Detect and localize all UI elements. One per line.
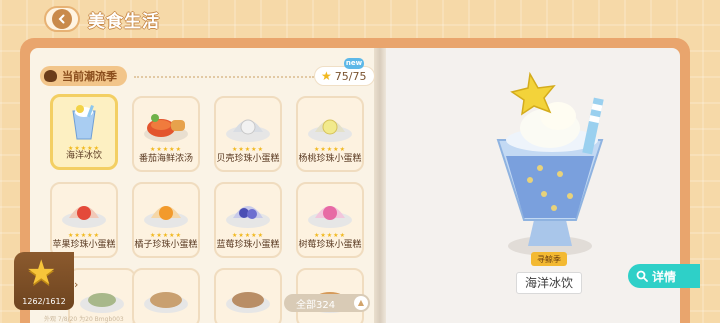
recipe-card-ocean-drink[interactable]: ★★★★★ 海洋冰饮 bbox=[50, 94, 118, 170]
tomato-soup-dish-icon bbox=[144, 114, 188, 142]
back-button[interactable] bbox=[44, 6, 80, 32]
collection-count: 1262/1612 bbox=[22, 297, 66, 306]
recipe-name: 海洋冰饮 bbox=[65, 151, 102, 161]
recipe-name: 番茄海鲜浓汤 bbox=[138, 154, 193, 164]
blueberry-cake-dish-icon bbox=[226, 206, 270, 228]
all-recipes-label: 全部324 bbox=[296, 299, 336, 311]
dish-icon bbox=[226, 292, 270, 313]
all-recipes-button[interactable]: 全部324 ▲ bbox=[284, 294, 370, 312]
recipe-card-starfruit-cake[interactable]: ★★★★★ 杨桃珍珠小蛋糕 bbox=[296, 96, 364, 172]
ocean-drink-dish-icon bbox=[72, 105, 96, 140]
recipe-name: 杨桃珍珠小蛋糕 bbox=[298, 154, 362, 164]
season-progress: ★ 75/75 bbox=[314, 66, 376, 86]
dish-name: 海洋冰饮 bbox=[516, 272, 582, 294]
page-title: 美食生活 bbox=[88, 12, 160, 32]
search-icon bbox=[636, 270, 648, 282]
recipe-card-row3[interactable] bbox=[132, 268, 200, 323]
detail-label: 详情 bbox=[652, 269, 677, 284]
chevron-up-icon: ▲ bbox=[354, 296, 368, 310]
raspberry-cake-dish-icon bbox=[308, 206, 352, 228]
ocean-drink-illustration bbox=[496, 71, 604, 256]
recipe-card-raspberry-cake[interactable]: ★★★★★ 树莓珍珠小蛋糕 bbox=[296, 182, 364, 258]
recipe-name: 贝壳珍珠小蛋糕 bbox=[216, 154, 280, 164]
recipe-card-apple-cake[interactable]: ★★★★★ 苹果珍珠小蛋糕 bbox=[50, 182, 118, 258]
recipe-name: 苹果珍珠小蛋糕 bbox=[52, 240, 116, 250]
recipe-card-tomato-soup[interactable]: ★★★★★ 番茄海鲜浓汤 bbox=[132, 96, 200, 172]
chevron-left-icon bbox=[52, 9, 72, 29]
detail-button[interactable]: 详情 bbox=[628, 264, 700, 288]
shell-cake-dish-icon bbox=[226, 119, 270, 142]
footer-note: 外观 7/8/20 为20 Bmgb003 bbox=[44, 316, 124, 323]
recipe-card-blueberry-cake[interactable]: ★★★★★ 蓝莓珍珠小蛋糕 bbox=[214, 182, 282, 258]
recipe-name: 树莓珍珠小蛋糕 bbox=[298, 240, 362, 250]
star-icon: ★ bbox=[321, 69, 332, 83]
dish-icon bbox=[80, 293, 124, 313]
pot-icon bbox=[44, 70, 57, 82]
apple-cake-dish-icon bbox=[62, 206, 106, 228]
new-badge: new bbox=[344, 58, 364, 69]
progress-value: 75/75 bbox=[334, 69, 367, 83]
recipe-name: 蓝莓珍珠小蛋糕 bbox=[216, 240, 280, 250]
divider bbox=[134, 76, 314, 78]
dish-icon bbox=[144, 292, 188, 313]
orange-cake-dish-icon bbox=[144, 206, 188, 228]
star-icon: ★ bbox=[26, 253, 57, 293]
recipe-name: 橘子珍珠小蛋糕 bbox=[134, 240, 198, 250]
recipe-card-orange-cake[interactable]: ★★★★★ 橘子珍珠小蛋糕 bbox=[132, 182, 200, 258]
recipe-card-row3[interactable] bbox=[214, 268, 282, 323]
recipe-card-shell-cake[interactable]: ★★★★★ 贝壳珍珠小蛋糕 bbox=[214, 96, 282, 172]
chevron-right-icon[interactable]: › bbox=[74, 278, 78, 291]
book-spine bbox=[374, 48, 386, 323]
starfruit-cake-dish-icon bbox=[308, 119, 352, 142]
season-label: 寻鲸季 bbox=[531, 252, 567, 266]
